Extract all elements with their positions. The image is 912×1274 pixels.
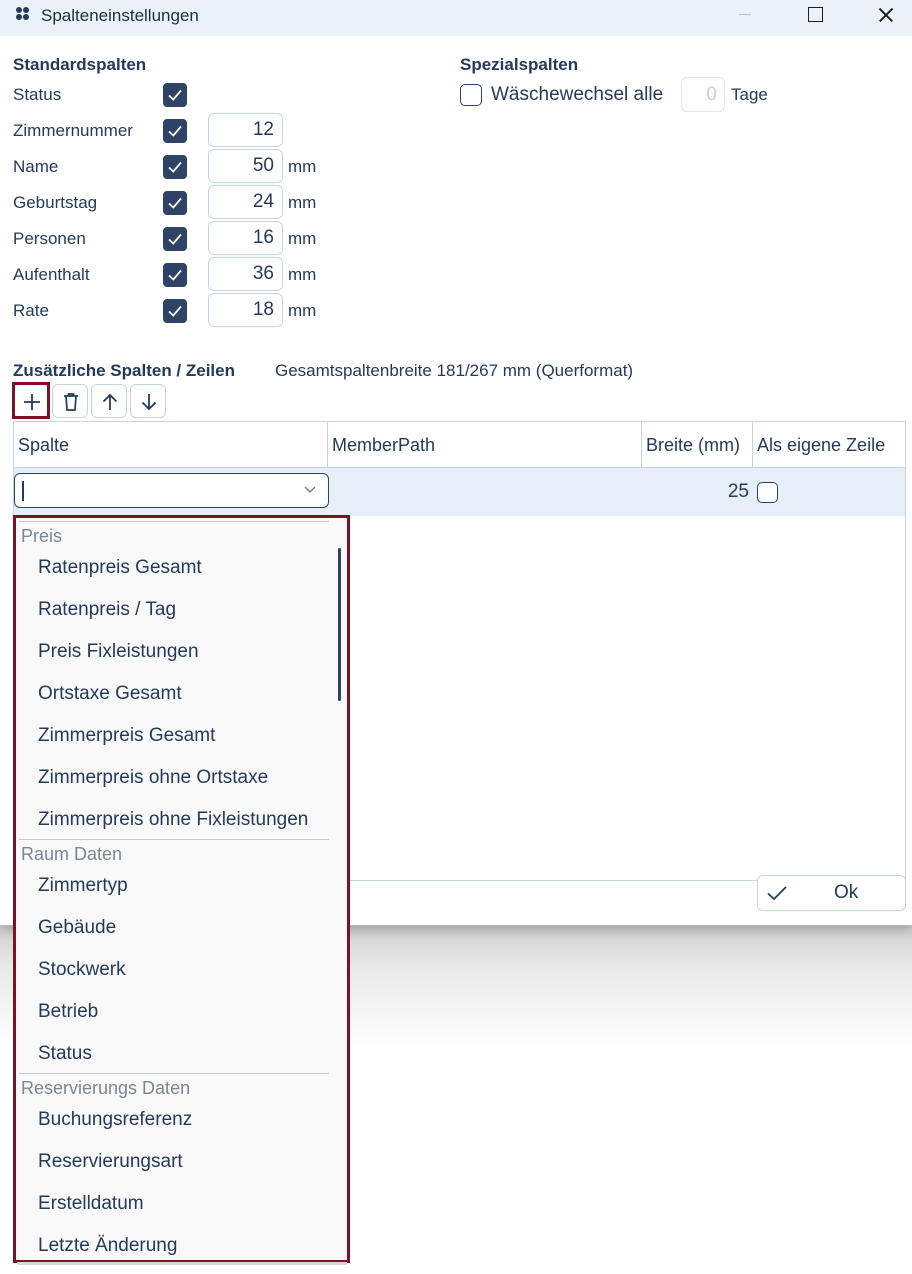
dropdown-group-preis: Preis — [21, 526, 63, 546]
dropdown-item[interactable]: Status — [38, 1043, 92, 1065]
column-header-eigene-zeile[interactable]: Als eigene Zeile — [753, 422, 905, 468]
dropdown-item[interactable]: Ortstaxe Gesamt — [38, 683, 182, 705]
trash-icon — [64, 393, 78, 411]
column-header-breite[interactable]: Breite (mm) — [642, 422, 753, 468]
add-button-highlight — [12, 382, 50, 419]
dropdown-item[interactable]: Betrieb — [38, 1001, 98, 1023]
dropdown-item[interactable]: Zimmerpreis ohne Ortstaxe — [38, 767, 268, 789]
standard-label-zimmernummer: Zimmernummer — [13, 121, 133, 140]
name-checkbox[interactable] — [163, 155, 187, 179]
name-width-input[interactable]: 50 — [208, 149, 283, 183]
group-separator — [19, 839, 329, 840]
special-columns-header: Spezialspalten — [460, 55, 579, 74]
dropdown-item[interactable]: Preis Fixleistungen — [38, 641, 199, 663]
dropdown-item[interactable]: Erstelldatum — [38, 1193, 144, 1215]
aufenthalt-width-input[interactable]: 36 — [208, 257, 283, 291]
personen-checkbox[interactable] — [163, 227, 187, 251]
zimmernummer-input[interactable]: 12 — [208, 113, 283, 147]
standard-label-personen: Personen — [13, 229, 86, 248]
dropdown-shadow — [17, 1262, 347, 1265]
waeschewechsel-checkbox[interactable] — [460, 84, 482, 106]
dropdown-scrollbar[interactable] — [338, 548, 341, 701]
close-button[interactable] — [862, 0, 908, 30]
geburtstag-width-input[interactable]: 24 — [208, 185, 283, 219]
rate-width-input[interactable]: 18 — [208, 293, 283, 327]
dropdown-item[interactable]: Ratenpreis Gesamt — [38, 557, 202, 579]
screen: Spalteneinstellungen Standardspalten Sta… — [0, 0, 912, 1274]
delete-button[interactable] — [52, 384, 88, 418]
standard-label-rate: Rate — [13, 301, 49, 320]
text-caret — [22, 481, 24, 501]
row-width-value[interactable]: 25 — [714, 481, 749, 503]
chevron-down-icon — [304, 486, 316, 493]
column-header-memberpath[interactable]: MemberPath — [328, 422, 642, 468]
minimize-button[interactable] — [722, 0, 768, 30]
dropdown-group-reservierungs-daten: Reservierungs Daten — [21, 1078, 191, 1098]
standard-columns-header: Standardspalten — [13, 55, 147, 74]
dropdown-item[interactable]: Reservierungsart — [38, 1151, 183, 1173]
dropdown-group-raum-daten: Raum Daten — [21, 844, 123, 864]
geburtstag-checkbox[interactable] — [163, 191, 187, 215]
spalte-combobox[interactable] — [14, 473, 329, 508]
total-width-info: Gesamtspaltenbreite 181/267 mm (Querform… — [275, 361, 634, 380]
app-icon — [16, 7, 30, 21]
waeschewechsel-label: Wäschewechsel alle — [491, 84, 664, 105]
aufenthalt-unit: mm — [288, 265, 317, 284]
personen-width-input[interactable]: 16 — [208, 221, 283, 255]
ok-button-label: Ok — [834, 882, 859, 903]
ok-button[interactable]: Ok — [757, 875, 906, 911]
name-unit: mm — [288, 157, 317, 176]
standard-label-aufenthalt: Aufenthalt — [13, 265, 90, 284]
dropdown-item[interactable]: Letzte Änderung — [38, 1235, 177, 1257]
standard-label-status: Status — [13, 85, 62, 104]
row-own-line-checkbox[interactable] — [757, 482, 778, 503]
group-separator — [19, 521, 329, 522]
column-header-spalte[interactable]: Spalte — [14, 422, 328, 468]
standard-label-geburtstag: Geburtstag — [13, 193, 98, 212]
additional-columns-header: Zusätzliche Spalten / Zeilen — [13, 361, 235, 380]
dropdown-item[interactable]: Zimmerpreis Gesamt — [38, 725, 215, 747]
move-up-button[interactable] — [91, 384, 127, 418]
arrow-up-icon — [102, 393, 118, 410]
status-checkbox[interactable] — [163, 83, 187, 107]
group-separator — [19, 1073, 329, 1074]
spalte-dropdown-list[interactable]: Preis Ratenpreis Gesamt Ratenpreis / Tag… — [13, 515, 350, 1263]
dropdown-item[interactable]: Zimmertyp — [38, 875, 128, 897]
dropdown-item[interactable]: Gebäude — [38, 917, 116, 939]
title-bar[interactable]: Spalteneinstellungen — [0, 0, 912, 36]
waeschewechsel-days-input[interactable]: 0 — [681, 77, 725, 112]
dropdown-item[interactable]: Zimmerpreis ohne Fixleistungen — [38, 809, 308, 831]
window-title: Spalteneinstellungen — [41, 6, 199, 25]
rate-unit: mm — [288, 301, 317, 320]
dropdown-item[interactable]: Ratenpreis / Tag — [38, 599, 176, 621]
arrow-down-icon — [141, 394, 157, 411]
personen-unit: mm — [288, 229, 317, 248]
standard-label-name: Name — [13, 157, 59, 176]
dropdown-item[interactable]: Buchungsreferenz — [38, 1109, 192, 1131]
maximize-button[interactable] — [792, 0, 838, 30]
move-down-button[interactable] — [130, 384, 166, 418]
days-unit: Tage — [731, 85, 768, 104]
aufenthalt-checkbox[interactable] — [163, 263, 187, 287]
dropdown-item[interactable]: Stockwerk — [38, 959, 126, 981]
zimmernummer-checkbox[interactable] — [163, 119, 187, 143]
check-icon — [767, 886, 787, 901]
geburtstag-unit: mm — [288, 193, 317, 212]
rate-checkbox[interactable] — [163, 299, 187, 323]
